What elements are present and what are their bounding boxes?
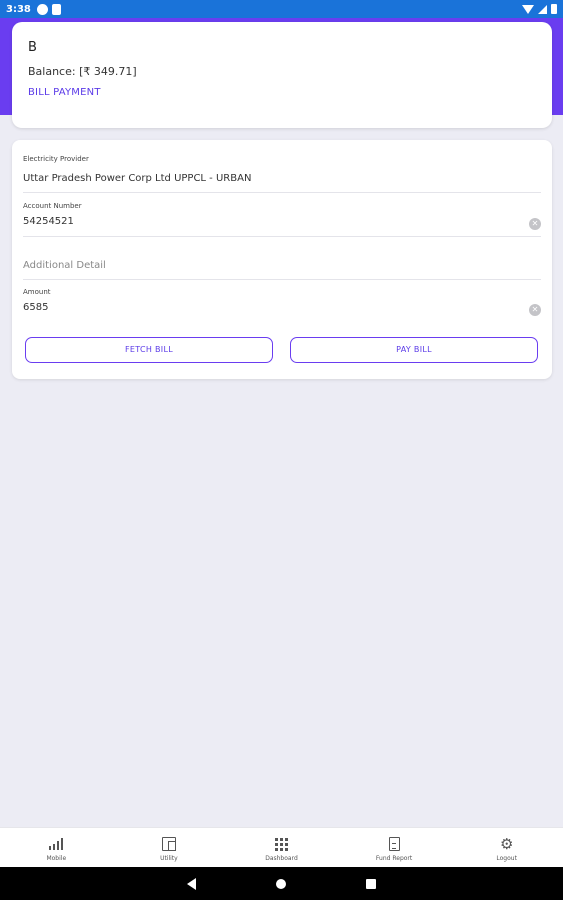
signal-bars-icon (49, 836, 64, 852)
additional-detail-field[interactable]: Additional Detail (23, 244, 541, 280)
wifi-icon (522, 4, 534, 14)
pay-bill-button[interactable]: PAY BILL (290, 337, 538, 363)
amount-input[interactable]: 6585 (23, 302, 48, 313)
field-label: Account Number (23, 202, 82, 210)
nav-item-utility[interactable]: Utility (113, 828, 226, 867)
bill-payment-form: Electricity Provider Uttar Pradesh Power… (12, 140, 552, 379)
nav-label: Dashboard (265, 855, 298, 862)
nav-label: Logout (496, 855, 517, 862)
provider-value[interactable]: Uttar Pradesh Power Corp Ltd UPPCL - URB… (23, 173, 251, 184)
recent-apps-icon[interactable] (366, 878, 376, 889)
status-icons (522, 4, 557, 14)
user-initial: B (28, 40, 37, 55)
nav-label: Mobile (46, 855, 67, 862)
clear-icon[interactable]: ✕ (529, 218, 541, 230)
status-bar: 3:38 (0, 0, 563, 18)
nav-item-logout[interactable]: ⚙ Logout (450, 828, 563, 867)
building-icon (161, 836, 176, 852)
amount-field[interactable]: Amount 6585 ✕ (23, 288, 541, 323)
balance-card: B Balance: [₹ 349.71] BILL PAYMENT (12, 22, 552, 128)
nav-label: Fund Report (375, 855, 413, 862)
gear-icon: ⚙ (499, 835, 514, 853)
notification-icon (36, 3, 48, 15)
additional-detail-input[interactable]: Additional Detail (23, 260, 106, 271)
nav-label: Utility (160, 855, 178, 862)
balance-text: Balance: [₹ 349.71] (28, 65, 137, 78)
back-icon[interactable] (187, 877, 196, 890)
nav-item-fund-report[interactable]: Fund Report (338, 828, 451, 867)
home-icon[interactable] (276, 878, 286, 889)
bottom-navigation: Mobile Utility Dashboard Fund Report ⚙ L… (0, 827, 563, 867)
electricity-provider-field[interactable]: Electricity Provider Uttar Pradesh Power… (23, 155, 541, 193)
document-icon (388, 836, 400, 852)
system-navigation-bar (0, 867, 563, 900)
account-number-field[interactable]: Account Number 54254521 ✕ (23, 202, 541, 237)
nav-item-mobile[interactable]: Mobile (0, 828, 113, 867)
battery-icon (551, 4, 557, 14)
account-number-input[interactable]: 54254521 (23, 216, 74, 227)
status-time: 3:38 (6, 3, 31, 15)
grid-icon (274, 836, 288, 852)
fetch-bill-button[interactable]: FETCH BILL (25, 337, 273, 363)
bill-payment-link[interactable]: BILL PAYMENT (28, 87, 536, 98)
nav-item-dashboard[interactable]: Dashboard (225, 828, 338, 867)
notification-icon (51, 3, 61, 15)
field-label: Amount (23, 288, 51, 296)
cell-signal-icon (538, 4, 547, 14)
clear-icon[interactable]: ✕ (529, 304, 541, 316)
field-label: Electricity Provider (23, 155, 89, 163)
